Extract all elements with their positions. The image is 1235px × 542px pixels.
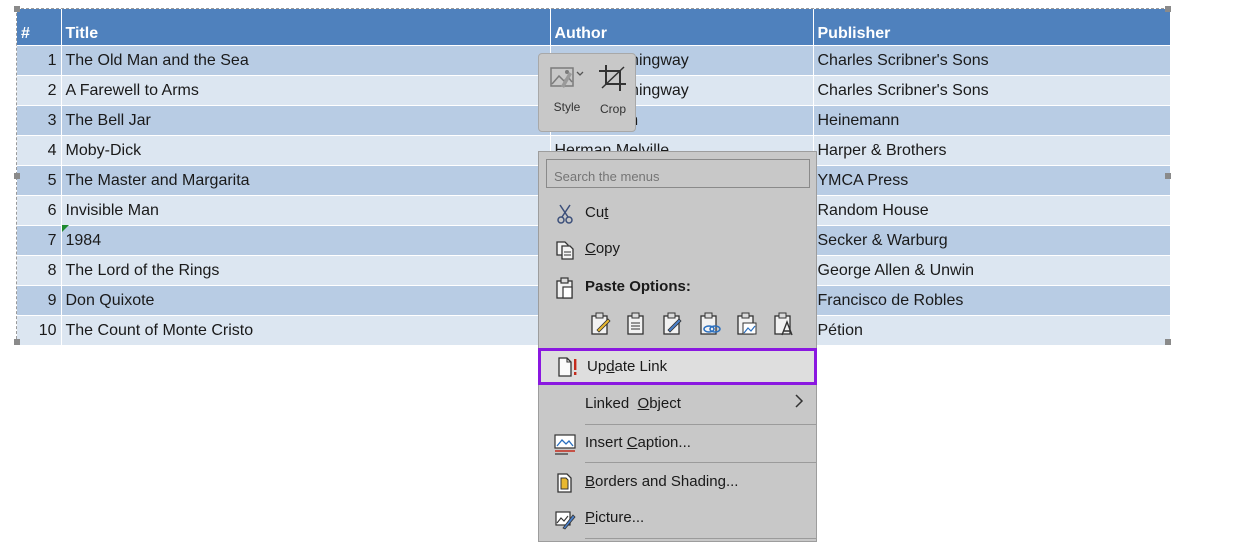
paste-link-button[interactable] — [697, 312, 721, 336]
resize-handle-bottom-left[interactable] — [14, 339, 20, 345]
menu-item-linked-object[interactable]: Linked Object — [539, 387, 816, 421]
paste-keep-source-formatting-button[interactable] — [588, 312, 612, 336]
cell-number: 6 — [17, 195, 62, 226]
menu-item-cut[interactable]: Cut — [539, 196, 816, 230]
paste-use-destination-styles-button[interactable] — [660, 312, 684, 336]
copy-icon — [556, 241, 574, 260]
resize-handle-bottom-right[interactable] — [1165, 339, 1171, 345]
context-menu: Cut Copy Paste Options: — [538, 151, 817, 542]
cell-publisher: Pétion — [813, 315, 1171, 345]
copy-label: Copy — [585, 240, 621, 257]
crop-button[interactable]: Crop — [591, 60, 635, 126]
error-indicator-icon — [62, 225, 69, 232]
paste-options-header: Paste Options: — [539, 270, 816, 304]
cell-number: 9 — [17, 285, 62, 316]
paste-picture-icon — [737, 312, 757, 335]
menu-separator — [585, 462, 816, 463]
menu-item-insert-caption[interactable]: Insert Caption... — [539, 426, 816, 460]
resize-handle-middle-left[interactable] — [14, 173, 20, 179]
crop-icon — [599, 65, 626, 91]
crop-label: Crop — [599, 102, 626, 116]
style-icon — [550, 67, 584, 88]
chevron-right-icon — [795, 394, 804, 408]
menu-item-copy[interactable]: Copy — [539, 232, 816, 266]
update-link-icon — [558, 357, 577, 377]
paste-text-only-button[interactable] — [771, 312, 795, 336]
cell-title: The Count of Monte Cristo — [61, 315, 551, 345]
cell-title: The Bell Jar — [61, 105, 551, 136]
cell-publisher: George Allen & Unwin — [813, 255, 1171, 286]
borders-shading-label: Borders and Shading... — [585, 473, 739, 490]
cell-number: 8 — [17, 255, 62, 286]
paste-style-icon — [663, 312, 682, 335]
paste-text-only-icon — [774, 312, 793, 336]
paste-options-label: Paste Options: — [585, 278, 691, 295]
cell-number: 1 — [17, 45, 62, 76]
cut-label: Cut — [585, 204, 609, 221]
paste-brush-icon — [591, 312, 611, 335]
cell-title: The Master and Margarita — [61, 165, 551, 196]
cell-title: Moby-Dick — [61, 135, 551, 166]
header-author: Author — [550, 9, 814, 46]
cell-number: 10 — [17, 315, 62, 345]
cell-number: 3 — [17, 105, 62, 136]
menu-separator — [585, 538, 816, 539]
cell-publisher: Heinemann — [813, 105, 1171, 136]
cell-number: 4 — [17, 135, 62, 166]
header-title: Title — [61, 9, 551, 46]
linked-object-label: Linked Object — [585, 395, 681, 412]
cell-publisher: Harper & Brothers — [813, 135, 1171, 166]
cell-publisher: Random House — [813, 195, 1171, 226]
paste-merge-formatting-button[interactable] — [624, 312, 648, 336]
cell-publisher: YMCA Press — [813, 165, 1171, 196]
mini-toolbar: Style Crop — [538, 53, 636, 132]
style-label: Style — [553, 100, 581, 114]
cell-number: 2 — [17, 75, 62, 106]
update-link-label: Update Link — [587, 358, 668, 375]
picture-label: Picture... — [585, 509, 645, 526]
cell-title: A Farewell to Arms — [61, 75, 551, 106]
cell-title: Don Quixote — [61, 285, 551, 316]
cell-publisher: Secker & Warburg — [813, 225, 1171, 256]
paste-link-icon — [700, 312, 721, 335]
cell-title: Invisible Man — [61, 195, 551, 226]
menu-item-borders-and-shading[interactable]: Borders and Shading... — [539, 465, 816, 499]
header-number: # — [17, 9, 62, 46]
insert-caption-label: Insert Caption... — [585, 434, 691, 451]
paste-picture-button[interactable] — [734, 312, 758, 336]
resize-handle-top-right[interactable] — [1165, 6, 1171, 12]
header-publisher: Publisher — [813, 9, 1171, 46]
cell-publisher: Charles Scribner's Sons — [813, 75, 1171, 106]
resize-handle-top-left[interactable] — [14, 6, 20, 12]
paste-clipboard-icon — [627, 312, 644, 335]
cell-number: 7 — [17, 225, 62, 256]
cell-publisher: Charles Scribner's Sons — [813, 45, 1171, 76]
menu-item-update-link[interactable]: Update Link — [538, 348, 817, 385]
menu-separator — [585, 424, 816, 425]
cell-number: 5 — [17, 165, 62, 196]
picture-icon — [555, 511, 576, 530]
paste-icon — [556, 277, 573, 299]
menu-search-input[interactable] — [546, 159, 810, 188]
cell-publisher: Francisco de Robles — [813, 285, 1171, 316]
insert-caption-icon — [554, 434, 576, 455]
menu-item-picture[interactable]: Picture... — [539, 501, 816, 535]
borders-shading-icon — [557, 473, 572, 493]
table-header-row: # Title Author Publisher — [17, 9, 1171, 46]
cell-title: The Lord of the Rings — [61, 255, 551, 286]
resize-handle-middle-right[interactable] — [1165, 173, 1171, 179]
style-button[interactable]: Style — [545, 60, 589, 126]
cut-icon — [557, 204, 573, 224]
cell-title: 1984 — [61, 225, 551, 256]
cell-title: The Old Man and the Sea — [61, 45, 551, 76]
